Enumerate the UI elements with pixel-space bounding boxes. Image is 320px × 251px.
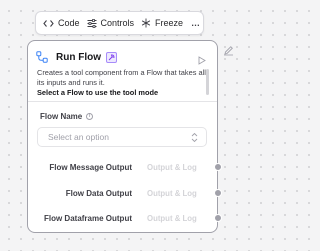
description-text: Creates a tool component from a Flow tha… [37,68,206,87]
tool-icon [106,51,117,63]
code-icon [43,19,54,28]
flow-name-select[interactable]: Select an option [37,127,207,147]
header-divider [28,101,217,102]
pencil-icon [223,43,234,61]
description-strong-text: Select a Flow to use the tool mode [37,88,159,97]
output-mode-button[interactable]: Output & Log [147,163,197,172]
output-label: Flow Dataframe Output [43,213,132,223]
edit-node-button[interactable] [221,45,235,59]
output-handle[interactable] [214,163,222,171]
output-label: Flow Message Output [49,162,132,172]
more-icon: … [191,18,201,28]
output-handle[interactable] [214,214,222,222]
output-row-flow-message: Flow Message Output Output & Log [28,160,222,174]
chevrons-up-down-icon [191,132,198,145]
more-options-button[interactable]: … [188,12,203,34]
code-button-label: Code [58,18,80,28]
output-mode-button[interactable]: Output & Log [147,189,197,198]
output-label: Flow Data Output [65,188,132,198]
node-description: Creates a tool component from a Flow tha… [37,68,207,98]
snowflake-icon [141,18,151,28]
workflow-icon [36,51,48,63]
flow-name-label-text: Flow Name [40,112,83,121]
output-row-flow-dataframe: Flow Dataframe Output Output & Log [28,211,222,225]
output-mode-button[interactable]: Output & Log [147,214,197,223]
info-icon[interactable]: i [86,113,94,120]
flow-name-placeholder: Select an option [48,132,109,142]
freeze-button[interactable]: Freeze [137,12,186,34]
description-scrollbar[interactable] [206,69,209,95]
node-title[interactable]: Run Flow [56,52,101,63]
freeze-button-label: Freeze [155,18,184,28]
node-header: Run Flow [36,49,209,65]
node-toolbar: Code Controls Freeze … [35,11,204,35]
output-handle[interactable] [214,189,222,197]
output-row-flow-data: Flow Data Output Output & Log [28,186,222,200]
code-button[interactable]: Code [40,12,83,34]
controls-button-label: Controls [100,18,135,28]
flow-name-label: Flow Name i [40,112,94,121]
run-flow-node[interactable]: Run Flow Creates a tool component from a… [27,40,222,233]
sliders-icon [87,18,97,28]
controls-button[interactable]: Controls [83,12,138,34]
